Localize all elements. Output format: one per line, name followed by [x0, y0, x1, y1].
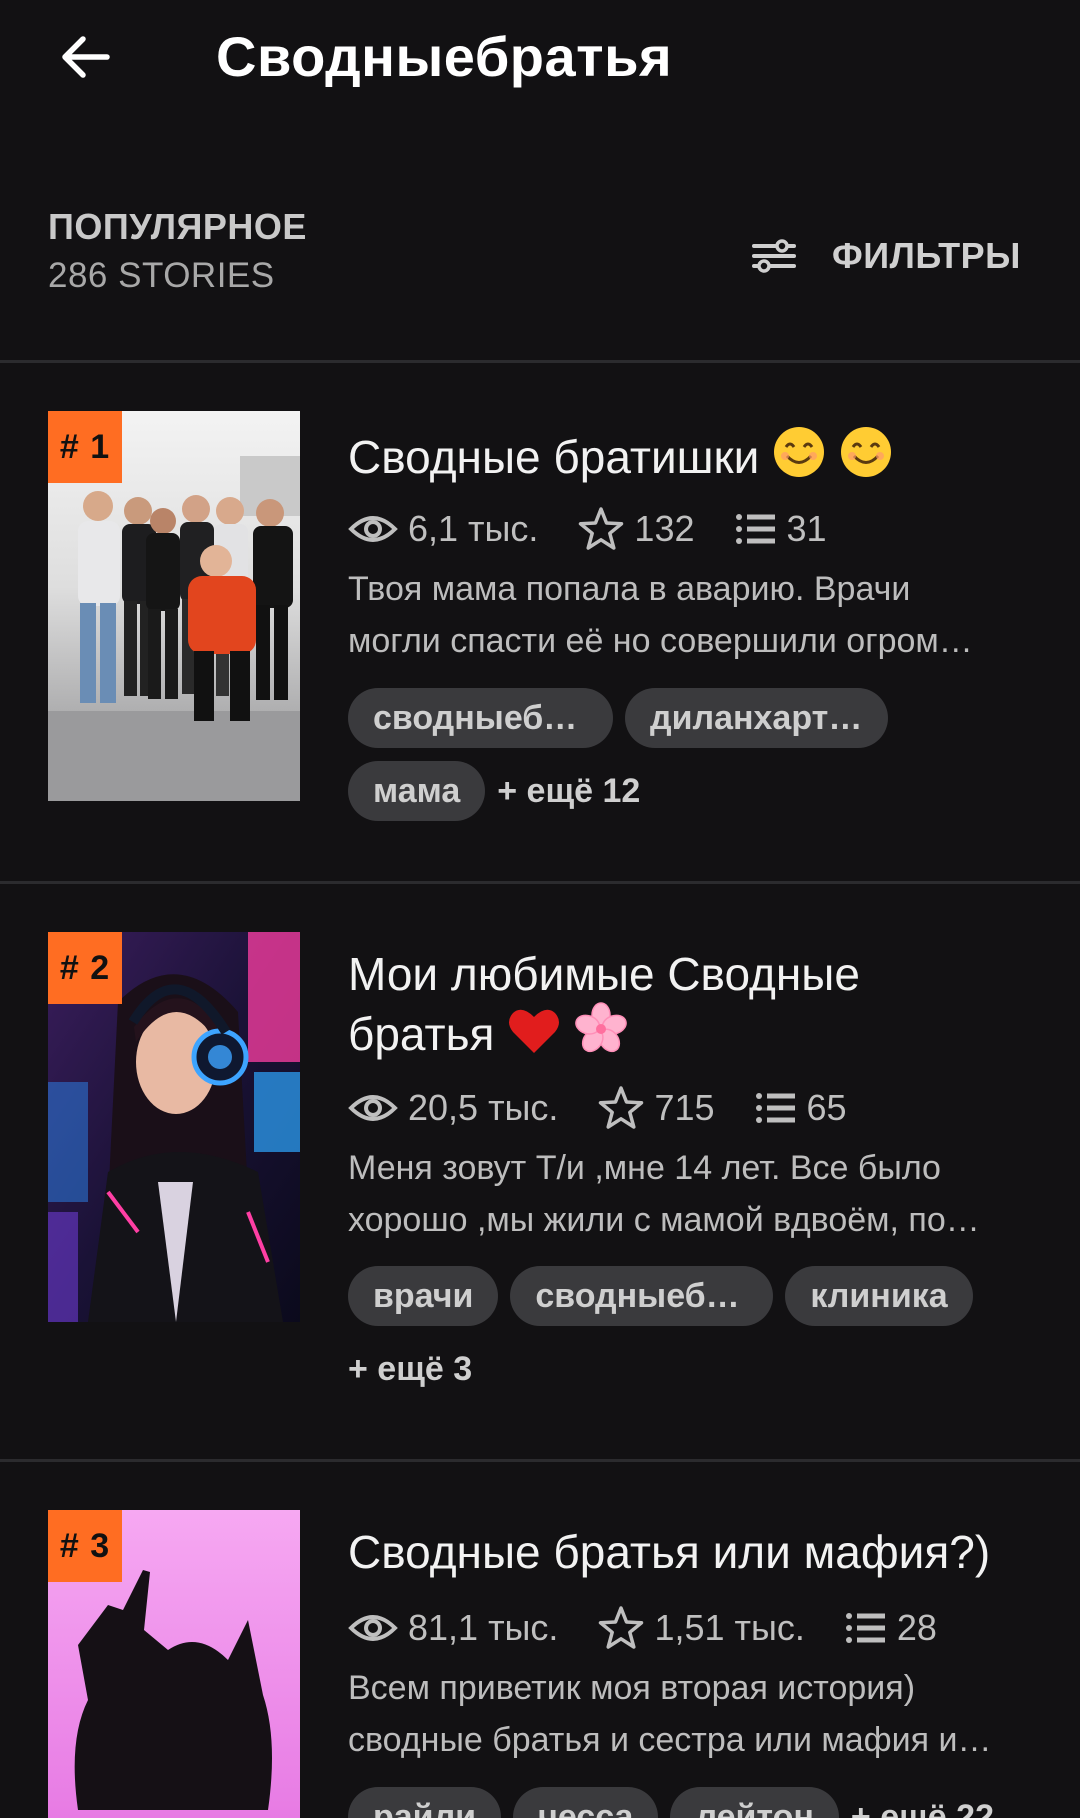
tag-list: сводныеб… диланхарт… мама + ещё 12	[348, 688, 1048, 834]
description-line: сводные братья и сестра или мафия и…	[348, 1721, 992, 1759]
app-header: Сводныебратья	[0, 0, 1080, 150]
parts-count: 31	[786, 508, 827, 549]
tag-list: райли чесса лейтон + ещё 22	[348, 1787, 1048, 1818]
story-description: Всем приветик моя вторая история) сводны…	[348, 1662, 1038, 1766]
star-icon	[599, 1086, 644, 1129]
section-bar: ПОПУЛЯРНОЕ 286 STORIES ФИЛЬТРЫ	[0, 190, 1080, 360]
more-tags-link[interactable]: + ещё 12	[497, 761, 640, 821]
views-count: 20,5 тыс.	[408, 1087, 559, 1128]
tag-chip[interactable]: чесса	[513, 1787, 659, 1818]
more-tags-link[interactable]: + ещё 3	[348, 1339, 948, 1399]
story-title[interactable]: Сводные братишки	[348, 425, 1038, 485]
star-icon	[599, 1606, 644, 1649]
story-card[interactable]: # 1 Сводные братишки 6,1 тыс. 132 31 Тво…	[0, 411, 1080, 881]
story-title[interactable]: Сводные братья или мафия?)	[348, 1524, 1038, 1580]
tag-chip[interactable]: клиника	[785, 1266, 973, 1326]
smiling-face-icon	[774, 427, 825, 477]
tag-chip[interactable]: сводныеб…	[348, 688, 613, 748]
tag-chip[interactable]: райли	[348, 1787, 502, 1818]
divider	[0, 360, 1080, 363]
votes-stat: 1,51 тыс.	[598, 1605, 805, 1651]
story-stats: 81,1 тыс. 1,51 тыс. 28	[348, 1602, 977, 1654]
filters-label: ФИЛЬТРЫ	[832, 235, 1021, 276]
rank-badge: # 2	[48, 932, 122, 1004]
cherry-blossom-icon	[575, 1002, 627, 1053]
story-stats: 20,5 тыс. 715 65	[348, 1082, 887, 1134]
story-stats: 6,1 тыс. 132 31	[348, 503, 867, 555]
parts-count: 28	[896, 1607, 937, 1648]
parts-stat: 65	[755, 1087, 847, 1129]
list-icon	[845, 1613, 885, 1643]
divider	[0, 1459, 1080, 1462]
story-description: Твоя мама попала в аварию. Врачи могли с…	[348, 563, 1038, 667]
views-stat: 81,1 тыс.	[348, 1607, 558, 1649]
story-card[interactable]: # 3 Сводные братья или мафия?) 81,1 тыс.…	[0, 1510, 1080, 1818]
arrow-left-icon	[62, 36, 110, 78]
story-cover-image[interactable]: # 2	[48, 932, 300, 1322]
smiling-face-icon	[840, 427, 891, 477]
views-stat: 6,1 тыс.	[348, 508, 538, 550]
views-stat: 20,5 тыс.	[348, 1087, 558, 1129]
rank-badge: # 3	[48, 1510, 122, 1582]
story-cover-image[interactable]: # 3	[48, 1510, 300, 1818]
story-card[interactable]: # 2 Мои любимые Сводные братья 20,5 тыс.…	[0, 932, 1080, 1457]
eye-icon	[348, 516, 398, 542]
description-line: могли спасти её но совершили огром…	[348, 622, 973, 660]
votes-count: 1,51 тыс.	[654, 1607, 805, 1648]
back-button[interactable]	[50, 22, 120, 92]
sliders-icon	[752, 239, 796, 273]
votes-count: 132	[634, 508, 695, 549]
tag-chip[interactable]: лейтон	[670, 1787, 839, 1818]
views-count: 6,1 тыс.	[408, 508, 539, 549]
parts-count: 65	[806, 1087, 847, 1128]
description-line: Всем приветик моя вторая история)	[348, 1669, 916, 1707]
star-icon	[579, 507, 624, 550]
more-tags-link[interactable]: + ещё 22	[851, 1787, 994, 1818]
sort-label: ПОПУЛЯРНОЕ	[48, 206, 307, 247]
story-title-line: братья	[348, 1002, 1038, 1062]
story-cover-image[interactable]: # 1	[48, 411, 300, 801]
parts-stat: 28	[845, 1607, 937, 1649]
story-description: Меня зовут Т/и ,мне 14 лет. Все было хор…	[348, 1142, 1038, 1246]
tag-chip[interactable]: сводныеб…	[510, 1266, 774, 1326]
tag-chip[interactable]: мама	[348, 761, 486, 821]
votes-stat: 132	[578, 506, 695, 552]
story-title[interactable]: Мои любимые Сводные братья	[348, 946, 1038, 1062]
story-title-text: Мои любимые Сводные	[348, 948, 860, 1000]
story-title-text: Сводные братишки	[348, 431, 760, 483]
description-line: хорошо ,мы жили с мамой вдвоём, по…	[348, 1201, 980, 1239]
list-icon	[755, 1093, 795, 1123]
story-title-text: братья	[348, 1008, 495, 1060]
screen: Сводныебратья ПОПУЛЯРНОЕ 286 STORIES ФИЛ…	[0, 0, 1080, 1818]
eye-icon	[348, 1615, 398, 1641]
votes-count: 715	[654, 1087, 715, 1128]
story-title-text: Сводные братья или мафия?)	[348, 1526, 991, 1578]
filters-button[interactable]: ФИЛЬТРЫ	[750, 226, 1021, 286]
eye-icon	[348, 1095, 398, 1121]
tag-list: врачи сводныеб… клиника + ещё 3	[348, 1266, 1048, 1412]
votes-stat: 715	[598, 1085, 715, 1131]
story-count: 286 STORIES	[48, 256, 275, 295]
list-icon	[735, 514, 775, 544]
tag-chip[interactable]: диланхарт…	[625, 688, 888, 748]
description-line: Меня зовут Т/и ,мне 14 лет. Все было	[348, 1149, 941, 1187]
views-count: 81,1 тыс.	[408, 1607, 559, 1648]
tag-chip[interactable]: врачи	[348, 1266, 499, 1326]
description-line: Твоя мама попала в аварию. Врачи	[348, 570, 911, 608]
parts-stat: 31	[735, 508, 827, 550]
page-title: Сводныебратья	[216, 25, 673, 88]
rank-badge: # 1	[48, 411, 122, 483]
divider	[0, 881, 1080, 884]
red-heart-icon	[509, 1009, 560, 1053]
